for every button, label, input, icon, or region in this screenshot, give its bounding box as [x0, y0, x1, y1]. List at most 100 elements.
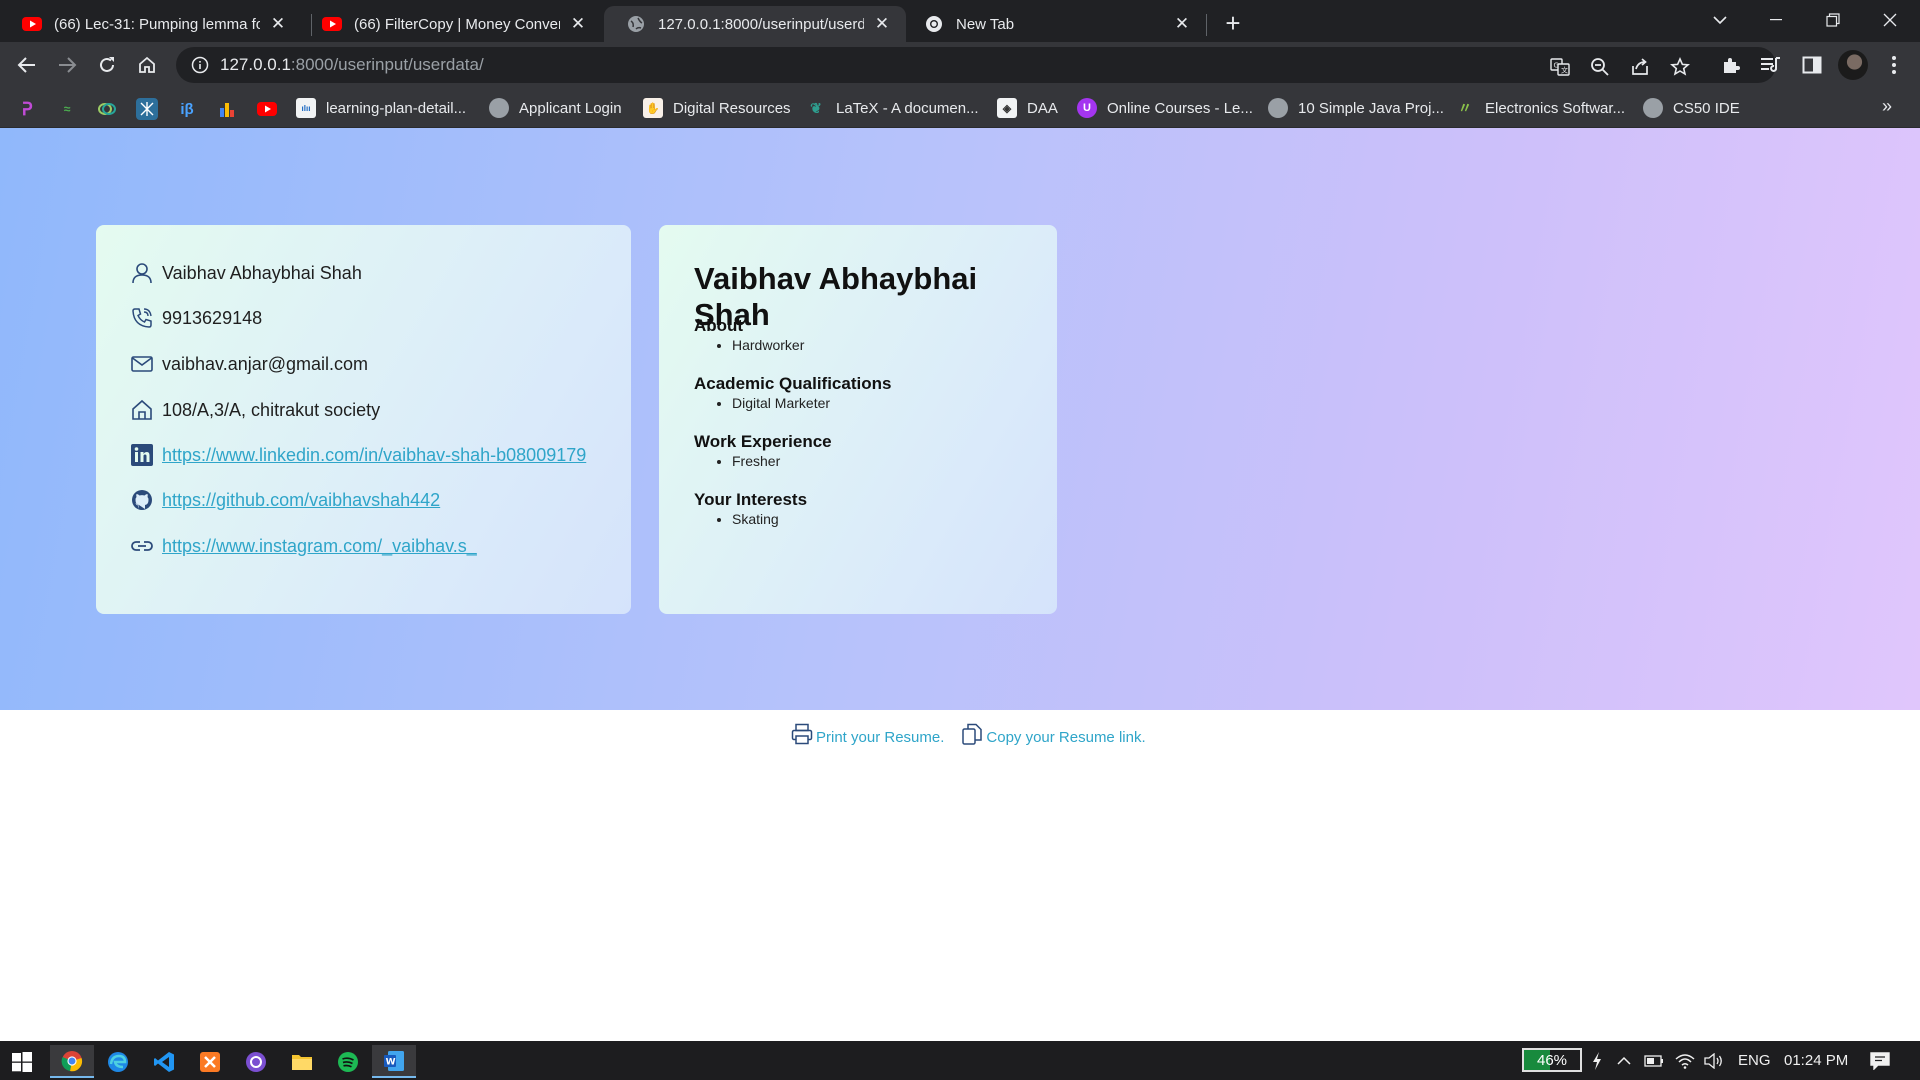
file-explorer-icon[interactable] — [280, 1045, 324, 1078]
contact-name-row: Vaibhav Abhaybhai Shah — [130, 261, 362, 285]
new-tab-button[interactable]: + — [1218, 8, 1248, 38]
home-icon — [130, 398, 154, 422]
browser-toolbar: 127.0.0.1:8000/userinput/userdata/ G文 — [0, 42, 1920, 88]
charging-bolt-icon — [1592, 1041, 1602, 1080]
github-icon — [130, 488, 154, 512]
bookmark-electronics-software[interactable]: 〃 Electronics Softwar... — [1455, 96, 1625, 120]
vscode-icon[interactable] — [142, 1045, 186, 1078]
back-arrow-icon[interactable] — [12, 50, 42, 80]
copy-resume-link[interactable]: Copy your Resume link. — [960, 722, 1146, 746]
bookmark-daa[interactable]: ◈ DAA — [997, 96, 1058, 120]
bookmark-label: DAA — [1027, 99, 1058, 117]
restore-window-button[interactable] — [1805, 0, 1861, 40]
close-window-button[interactable] — [1862, 0, 1918, 40]
profile-avatar[interactable] — [1838, 50, 1868, 80]
address-url: 127.0.0.1:8000/userinput/userdata/ — [220, 55, 484, 75]
svg-text:G: G — [1554, 62, 1559, 70]
tab-title: (66) FilterCopy | Money Conversations — [354, 15, 560, 33]
close-tab-icon[interactable]: ✕ — [268, 14, 288, 34]
about-section: About Hardworker — [694, 316, 804, 353]
clock-time[interactable]: 01:24 PM — [1784, 1041, 1848, 1080]
extensions-puzzle-icon[interactable] — [1718, 52, 1744, 78]
volume-icon[interactable] — [1704, 1041, 1724, 1080]
section-item: Digital Marketer — [732, 395, 891, 411]
side-panel-icon[interactable] — [1799, 52, 1825, 78]
close-tab-icon[interactable]: ✕ — [872, 14, 892, 34]
globe-icon — [1268, 98, 1288, 118]
tab-localhost-userdata[interactable]: 127.0.0.1:8000/userinput/userdata/ ✕ — [604, 6, 906, 42]
contact-github-row: https://github.com/vaibhavshah442 — [130, 488, 440, 512]
translate-icon[interactable]: G文 — [1548, 55, 1572, 79]
more-bookmarks-chevron-icon[interactable]: » — [1882, 96, 1892, 117]
bookmark-learning-plan[interactable]: ılıı learning-plan-detail... — [296, 96, 466, 120]
svg-text:W: W — [386, 1057, 396, 1067]
academic-section: Academic Qualifications Digital Marketer — [694, 374, 891, 411]
daa-icon: ◈ — [997, 98, 1017, 118]
bookmark-rings-icon[interactable] — [96, 98, 118, 120]
chrome-menu-kebab-icon[interactable] — [1881, 52, 1907, 78]
bookmark-label: Online Courses - Le... — [1107, 99, 1253, 117]
windows-start-icon[interactable] — [0, 1045, 44, 1078]
site-info-icon[interactable] — [190, 55, 210, 75]
windows-taskbar: W 46% ENG 01:24 PM — [0, 1041, 1920, 1080]
close-tab-icon[interactable]: ✕ — [568, 14, 588, 34]
contact-instagram-row: https://www.instagram.com/_vaibhav.s_ — [130, 534, 477, 558]
bookmark-java-projects[interactable]: 10 Simple Java Proj... — [1268, 96, 1444, 120]
tab-search-chevron-icon[interactable] — [1692, 0, 1748, 40]
wifi-icon[interactable] — [1675, 1041, 1695, 1080]
edge-icon[interactable] — [96, 1045, 140, 1078]
bookmark-label: Digital Resources — [673, 99, 791, 117]
home-icon[interactable] — [132, 50, 162, 80]
section-item: Skating — [732, 511, 807, 527]
bookmark-cs50-ide[interactable]: CS50 IDE — [1643, 96, 1740, 120]
bookmark-youtube-icon[interactable] — [256, 98, 278, 120]
digital-resources-icon: ✋ — [643, 98, 663, 118]
reload-icon[interactable] — [92, 50, 122, 80]
notifications-icon[interactable] — [1870, 1041, 1890, 1080]
tab-separator — [1206, 14, 1207, 36]
bookmark-leaf-icon[interactable]: ≈ — [56, 98, 78, 120]
section-heading: Work Experience — [694, 432, 832, 451]
word-icon[interactable]: W — [372, 1045, 416, 1078]
bookmark-digital-resources[interactable]: ✋ Digital Resources — [643, 96, 791, 120]
linkedin-link[interactable]: https://www.linkedin.com/in/vaibhav-shah… — [162, 445, 586, 466]
bookmark-applicant-login[interactable]: Applicant Login — [489, 96, 622, 120]
mail-icon — [130, 352, 154, 376]
tab-new-tab[interactable]: New Tab ✕ — [902, 6, 1206, 42]
battery-tray-icon[interactable] — [1644, 1041, 1664, 1080]
tab-youtube-filtercopy[interactable]: (66) FilterCopy | Money Conversations ✕ — [300, 6, 602, 42]
bookmark-latex[interactable]: ❦ LaTeX - A documen... — [806, 96, 978, 120]
contact-phone-row: 9913629148 — [130, 306, 262, 330]
address-path: :8000/userinput/userdata/ — [290, 55, 484, 74]
xampp-icon[interactable] — [188, 1045, 232, 1078]
minimize-window-button[interactable] — [1748, 0, 1804, 40]
close-tab-icon[interactable]: ✕ — [1172, 14, 1192, 34]
forward-arrow-icon[interactable] — [52, 50, 82, 80]
section-heading: About — [694, 316, 744, 335]
chrome-icon — [924, 14, 944, 34]
contact-card: Vaibhav Abhaybhai Shah 9913629148 vaibha… — [96, 225, 631, 614]
chrome-taskbar-icon[interactable] — [50, 1045, 94, 1078]
print-resume-link[interactable]: Print your Resume. — [790, 722, 944, 746]
link-chain-icon — [130, 534, 154, 558]
tab-youtube-pumping-lemma[interactable]: (66) Lec-31: Pumping lemma for regular ✕ — [0, 6, 302, 42]
bookmark-codesignal-icon[interactable] — [136, 98, 158, 120]
instagram-link[interactable]: https://www.instagram.com/_vaibhav.s_ — [162, 536, 477, 557]
electronics-icon: 〃 — [1458, 100, 1472, 116]
github-desktop-icon[interactable] — [234, 1045, 278, 1078]
show-hidden-icons-chevron[interactable] — [1617, 1041, 1631, 1080]
globe-icon — [489, 98, 509, 118]
zoom-out-icon[interactable] — [1588, 55, 1612, 79]
battery-indicator[interactable]: 46% — [1522, 1048, 1582, 1072]
bookmark-online-courses[interactable]: U Online Courses - Le... — [1077, 96, 1253, 120]
github-link[interactable]: https://github.com/vaibhavshah442 — [162, 490, 440, 511]
share-icon[interactable] — [1628, 55, 1652, 79]
bookmark-ib-icon[interactable]: iβ — [176, 98, 198, 120]
bookmark-star-icon[interactable] — [1668, 55, 1692, 79]
bookmark-analytics-icon[interactable] — [216, 98, 238, 120]
input-language[interactable]: ENG — [1738, 1041, 1771, 1080]
spotify-icon[interactable] — [326, 1045, 370, 1078]
bookmark-power-icon[interactable]: ᕈ — [16, 98, 38, 120]
media-queue-icon[interactable] — [1758, 52, 1784, 78]
address-bar[interactable]: 127.0.0.1:8000/userinput/userdata/ G文 — [176, 47, 1776, 83]
